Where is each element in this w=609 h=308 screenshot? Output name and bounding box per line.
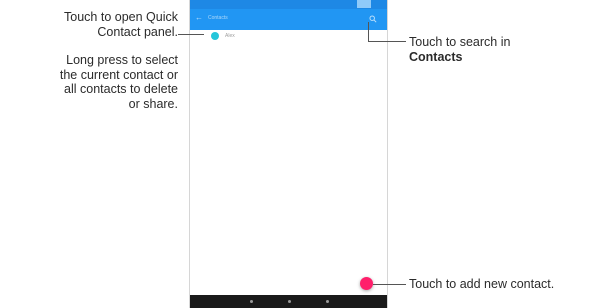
add-contact-button[interactable] xyxy=(360,277,373,290)
long-press-callout-line-4: or share. xyxy=(128,96,178,111)
search-callout-contacts: Contacts xyxy=(409,49,463,64)
app-bar: ← Contacts xyxy=(190,9,387,30)
quick-contact-callout-line-2: Contact panel. xyxy=(97,24,178,39)
navigation-bar xyxy=(190,295,387,308)
recents-nav-icon[interactable] xyxy=(326,300,329,303)
contact-row[interactable]: Alex xyxy=(190,30,387,42)
search-callout: Touch to search in Contacts xyxy=(409,35,510,64)
status-indicator xyxy=(357,0,371,8)
long-press-callout: Long press to select the current contact… xyxy=(60,53,178,111)
quick-contact-leader-line xyxy=(178,34,204,35)
back-nav-icon[interactable] xyxy=(250,300,253,303)
contact-avatar[interactable] xyxy=(211,32,219,40)
status-bar xyxy=(190,0,387,9)
phone-screenshot: ← Contacts Alex xyxy=(189,0,388,308)
add-contact-callout-text: Touch to add new contact. xyxy=(409,277,555,291)
search-callout-line-1: Touch to search in xyxy=(409,35,511,49)
long-press-callout-line-1: Long press to select xyxy=(66,53,178,67)
search-leader-line-horizontal xyxy=(368,41,406,42)
quick-contact-callout-line-1: Touch to open Quick xyxy=(64,10,178,24)
long-press-callout-line-2: the current contact or xyxy=(59,67,178,82)
quick-contact-callout: Touch to open Quick Contact panel. xyxy=(64,10,178,39)
home-nav-icon[interactable] xyxy=(288,300,291,303)
search-icon[interactable] xyxy=(369,15,377,23)
arrow-icon[interactable]: ← xyxy=(195,13,203,23)
contact-name: Alex xyxy=(225,33,235,39)
add-contact-leader-line xyxy=(373,284,406,285)
app-title: Contacts xyxy=(208,15,228,21)
search-leader-line-vertical xyxy=(368,22,369,41)
long-press-callout-line-3: all contacts to delete xyxy=(64,82,178,96)
add-contact-callout: Touch to add new contact. xyxy=(409,277,554,292)
